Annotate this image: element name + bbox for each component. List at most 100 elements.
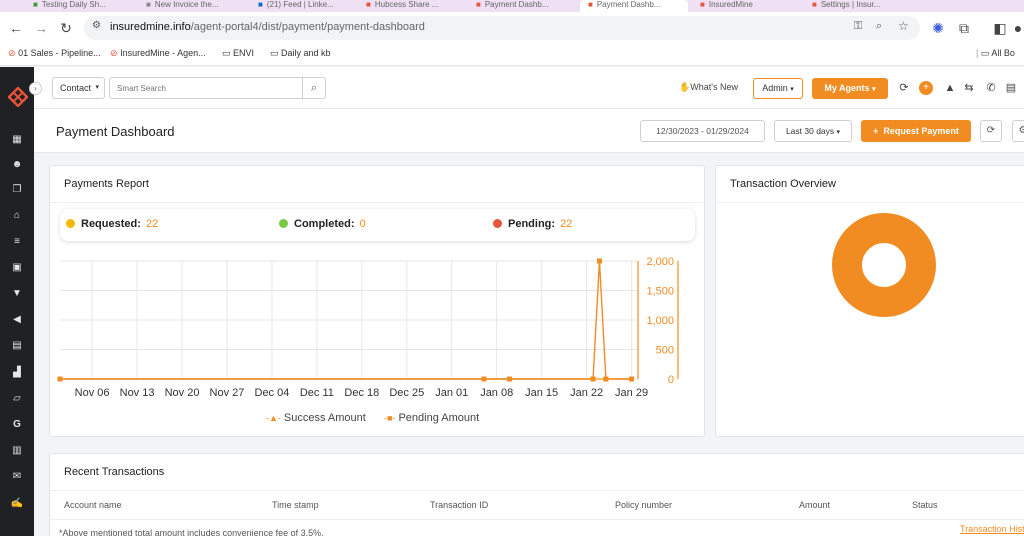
donut-slice[interactable] [832, 213, 936, 317]
folder-icon: ▭ [270, 48, 279, 58]
request-payment-button[interactable]: + Request Payment [861, 120, 971, 142]
browser-toolbar: ← → ↻ ⚙ insuredmine.info/agent-portal4/d… [0, 12, 1024, 44]
payment-summary-bar: Requested: 22 Completed: 0 Pending: 22 [60, 209, 695, 241]
plus-icon[interactable]: + [919, 81, 933, 95]
payments-line-chart: Nov 06 Nov 13 Nov 20 Nov 27 Dec 04 Dec 11 Dec … [57, 256, 679, 399]
column-header[interactable]: Status [912, 500, 938, 510]
bank-icon[interactable]: ⌂ [8, 207, 26, 225]
x-tick-label: Dec 04 [255, 387, 290, 399]
browser-tab[interactable]: ■ Hubcess Share ... [358, 0, 464, 12]
bookmark-folder[interactable]: ▭ ENVI [222, 48, 254, 59]
browser-tab[interactable]: ■ (21) Feed | Linke... [250, 0, 354, 12]
calendar-icon[interactable]: ▥ [8, 442, 26, 460]
reload-icon[interactable]: ↻ [58, 20, 74, 36]
calculator-icon[interactable]: ▤ [1004, 80, 1018, 96]
x-tick-label: Dec 25 [389, 387, 424, 399]
bookmark-folder[interactable]: ▭ Daily and kb [270, 48, 331, 59]
zoom-icon[interactable]: ⌕ [876, 20, 882, 33]
browser-tab[interactable]: ■ Settings | Insur... [804, 0, 912, 12]
mail-icon[interactable]: ✉ [8, 468, 26, 486]
profile-icon[interactable]: ● [1010, 20, 1024, 36]
folder-open-icon[interactable]: ▱ [8, 390, 26, 408]
smart-search-input[interactable] [109, 77, 303, 99]
side-panel-icon[interactable]: ◧ [992, 20, 1008, 36]
column-header[interactable]: Transaction ID [430, 500, 488, 510]
app-logo-icon[interactable] [7, 86, 29, 108]
refresh-icon[interactable]: ⟳ [980, 120, 1002, 142]
square-marker-icon: -■- [384, 413, 396, 423]
admin-dropdown[interactable]: Admin ▾ [753, 78, 803, 99]
browser-tab-active[interactable]: ■ Payment Dashb... [580, 0, 688, 12]
puzzle-icon[interactable]: ⧉ [956, 20, 972, 36]
chevron-down-icon: ▾ [836, 129, 841, 136]
browser-tab[interactable]: ■ New Invoice the... [138, 0, 246, 12]
range-select[interactable]: Last 30 days ▾ [774, 120, 852, 142]
url-text: insuredmine.info/agent-portal4/dist/paym… [110, 21, 425, 33]
column-header[interactable]: Amount [799, 500, 830, 510]
star-icon[interactable]: ☆ [898, 19, 909, 33]
site-info-icon[interactable]: ⚙ [92, 20, 101, 31]
my-agents-button[interactable]: My Agents ▾ [812, 78, 888, 99]
pending-point [481, 376, 487, 382]
key-icon[interactable]: ⚿ [854, 20, 862, 33]
sync-icon[interactable]: ⟳ [897, 80, 911, 96]
hand-icon: ✋ [679, 82, 691, 92]
divider [716, 202, 1024, 203]
legend-pending[interactable]: -■- Pending Amount [384, 412, 479, 424]
all-bookmarks-folder[interactable]: | ▭ All Bo [976, 48, 1015, 59]
bell-icon[interactable]: ▲ [943, 80, 957, 96]
browser-tab[interactable]: ■ Testing Daily Sh... [25, 0, 135, 12]
back-icon[interactable]: ← [8, 20, 24, 36]
transaction-overview-card: Transaction Overview [715, 165, 1024, 437]
x-tick-label: Jan 08 [480, 387, 513, 399]
y-tick-label: 2,000 [646, 256, 674, 268]
ledger-icon[interactable]: ▤ [8, 337, 26, 355]
forward-icon[interactable]: → [33, 20, 49, 36]
requested-stat: Requested: 22 [66, 218, 158, 230]
id-card-icon[interactable]: ▣ [8, 259, 26, 277]
column-header[interactable]: Account name [64, 500, 122, 510]
y-tick-label: 1,500 [646, 286, 674, 298]
sidebar-toggle-icon[interactable]: › [29, 82, 42, 95]
list-icon[interactable]: ≡ [8, 233, 26, 251]
transaction-history-link[interactable]: Transaction Histo [960, 524, 1024, 534]
bar-chart-icon[interactable]: ▟ [8, 364, 26, 382]
whats-new-link[interactable]: ✋What's New [679, 82, 738, 93]
bookmarks-bar: ⊘ 01 Sales - Pipeline... ⊘ InsuredMine -… [0, 44, 1024, 66]
contacts-icon[interactable]: ☻ [8, 156, 26, 174]
documents-icon[interactable]: ❐ [8, 181, 26, 199]
bookmark-item[interactable]: ⊘ 01 Sales - Pipeline... [8, 48, 101, 59]
x-tick-label: Jan 29 [615, 387, 648, 399]
filter-icon[interactable]: ▼ [8, 285, 26, 303]
browser-tab[interactable]: ■ InsuredMine [692, 0, 800, 12]
app-sidebar: ▦ ☻ ❐ ⌂ ≡ ▣ ▼ ◀ ▤ ▟ ▱ G ▥ ✉ ✍ [0, 67, 34, 536]
browser-tab[interactable]: ■ Payment Dashb... [468, 0, 576, 12]
phone-icon[interactable]: ✆ [984, 80, 998, 96]
dashboard-icon[interactable]: ▦ [8, 131, 26, 149]
extension-icon[interactable]: ✺ [930, 20, 946, 36]
signature-icon[interactable]: ✍ [8, 495, 26, 513]
pending-point [603, 376, 609, 382]
browser-tab-strip: ■ Testing Daily Sh... ■ New Invoice the...… [0, 0, 1024, 12]
x-tick-label: Nov 20 [165, 387, 200, 399]
date-range-picker[interactable]: 12/30/2023 - 01/29/2024 [640, 120, 765, 142]
pending-point [507, 376, 513, 382]
bookmark-item[interactable]: ⊘ InsuredMine - Agen... [110, 48, 206, 59]
legend-success[interactable]: -▲- Success Amount [266, 412, 366, 424]
contact-type-select[interactable]: Contact ▾ [52, 77, 105, 99]
search-icon[interactable]: ⌕ [302, 77, 326, 99]
card-title: Payments Report [64, 178, 149, 190]
megaphone-icon[interactable]: ◀ [8, 311, 26, 329]
x-tick-label: Nov 06 [75, 387, 110, 399]
switch-icon[interactable]: ⇆ [962, 80, 976, 96]
x-tick-label: Jan 01 [435, 387, 468, 399]
address-bar[interactable]: ⚙ insuredmine.info/agent-portal4/dist/pa… [84, 16, 920, 40]
chevron-down-icon: ▾ [95, 84, 99, 91]
folder-icon: ▭ [222, 48, 231, 58]
fee-footnote: *Above mentioned total amount includes c… [59, 528, 324, 536]
settings-icon[interactable]: ⚙ [1012, 120, 1024, 142]
page-title: Payment Dashboard [56, 124, 175, 139]
column-header[interactable]: Time stamp [272, 500, 319, 510]
google-icon[interactable]: G [8, 416, 26, 434]
column-header[interactable]: Policy number [615, 500, 672, 510]
